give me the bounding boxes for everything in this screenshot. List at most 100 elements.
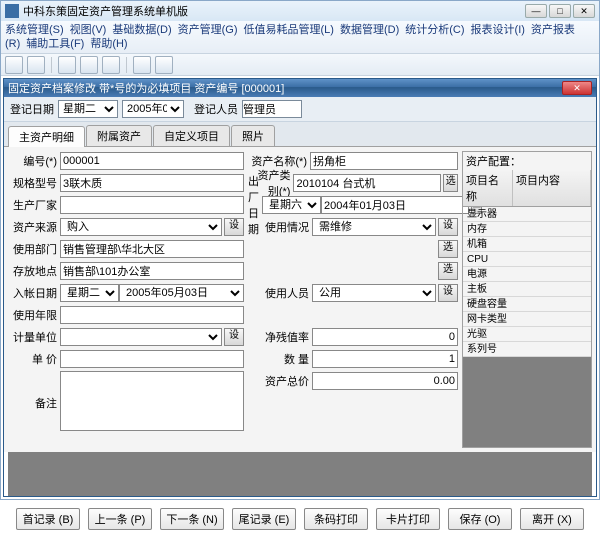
separator xyxy=(51,57,52,73)
spec-input[interactable] xyxy=(60,174,244,192)
toolbar-btn[interactable] xyxy=(102,56,120,74)
nav-button[interactable]: 离开 (X) xyxy=(520,508,584,530)
register-day-select[interactable]: 星期二 xyxy=(58,100,118,118)
inner-titlebar: 固定资产档案修改 带*号的为必填项目 资产编号 [000001] ✕ xyxy=(4,79,596,97)
tab[interactable]: 自定义项目 xyxy=(153,125,230,146)
close-button[interactable]: ✕ xyxy=(573,4,595,18)
register-date-label: 登记日期 xyxy=(10,101,54,117)
minimize-button[interactable]: — xyxy=(525,4,547,18)
label-indate: 入帐日期 xyxy=(8,285,60,301)
nav-button[interactable]: 尾记录 (E) xyxy=(232,508,296,530)
app-icon xyxy=(5,4,19,18)
register-year-select[interactable]: 2005年0 xyxy=(122,100,184,118)
qty-value: 1 xyxy=(312,350,458,368)
config-item[interactable]: 机箱 xyxy=(463,237,591,252)
label-residual: 净残值率 xyxy=(248,329,312,345)
toolbar-btn[interactable] xyxy=(5,56,23,74)
nav-button[interactable]: 上一条 (P) xyxy=(88,508,152,530)
set-button[interactable]: 设 xyxy=(438,218,458,236)
inner-title: 固定资产档案修改 带*号的为必填项目 资产编号 [000001] xyxy=(8,80,284,96)
status-select[interactable]: 需维修 xyxy=(312,218,436,236)
select-button[interactable]: 选 xyxy=(443,174,458,192)
toolbar-btn[interactable] xyxy=(27,56,45,74)
toolbar-btn[interactable] xyxy=(80,56,98,74)
outdate-day[interactable]: 星期六 xyxy=(262,196,321,214)
label-remark: 备注 xyxy=(8,371,60,431)
label-dept: 使用部门 xyxy=(8,241,60,257)
source-select[interactable]: 购入 xyxy=(60,218,222,236)
maker-input[interactable] xyxy=(60,196,244,214)
indate-day[interactable]: 星期二 xyxy=(60,284,119,302)
config-item[interactable]: 内存 xyxy=(463,222,591,237)
maximize-button[interactable]: □ xyxy=(549,4,571,18)
select-button[interactable]: 选 xyxy=(438,262,458,280)
outer-title: 中科东策固定资产管理系统单机版 xyxy=(23,3,188,19)
label-code: 编号(*) xyxy=(8,153,60,169)
label-status: 使用情况 xyxy=(248,219,312,235)
nav-button[interactable]: 下一条 (N) xyxy=(160,508,224,530)
nav-button[interactable]: 卡片打印 xyxy=(376,508,440,530)
toolbar-btn[interactable] xyxy=(155,56,173,74)
nav-button[interactable]: 条码打印 xyxy=(304,508,368,530)
label-price: 单 价 xyxy=(8,351,60,367)
config-item[interactable]: 显示器 xyxy=(463,207,591,222)
code-input[interactable] xyxy=(60,152,244,170)
cat-input[interactable] xyxy=(293,174,441,192)
tab[interactable]: 主资产明细 xyxy=(8,126,85,147)
user-select[interactable]: 公用 xyxy=(312,284,436,302)
config-item[interactable]: 光驱 xyxy=(463,327,591,342)
tabs: 主资产明细附属资产自定义项目照片 xyxy=(4,122,596,147)
menu-item[interactable]: 报表设计(I) xyxy=(471,24,525,36)
menu-item[interactable]: 数据管理(D) xyxy=(340,24,399,36)
tab[interactable]: 照片 xyxy=(231,125,275,146)
label-source: 资产来源 xyxy=(8,219,60,235)
total-value: 0.00 xyxy=(312,372,458,390)
outer-titlebar: 中科东策固定资产管理系统单机版 — □ ✕ xyxy=(1,1,599,21)
set-button[interactable]: 设 xyxy=(438,284,458,302)
label-years: 使用年限 xyxy=(8,307,60,323)
config-title: 资产配置： xyxy=(463,152,591,170)
indate-date[interactable]: 2005年05月03日 xyxy=(119,284,244,302)
menu-item[interactable]: 资产管理(G) xyxy=(178,24,238,36)
register-person-label: 登记人员 xyxy=(194,101,238,117)
select-button[interactable]: 选 xyxy=(438,240,458,258)
price-input[interactable] xyxy=(60,350,244,368)
menu-item[interactable]: 系统管理(S) xyxy=(5,24,64,36)
menu-item[interactable]: 低值易耗品管理(L) xyxy=(244,24,334,36)
loc-input[interactable] xyxy=(60,262,244,280)
menu-item[interactable]: 基础数据(D) xyxy=(112,24,171,36)
inner-close-button[interactable]: ✕ xyxy=(562,81,592,95)
menu-item[interactable]: 统计分析(C) xyxy=(405,24,464,36)
menu-item[interactable]: 视图(V) xyxy=(70,24,107,36)
nav-button[interactable]: 保存 (O) xyxy=(448,508,512,530)
outdate-date[interactable] xyxy=(321,196,469,214)
label-unit: 计量单位 xyxy=(8,329,60,345)
remark-textarea[interactable] xyxy=(60,371,244,431)
toolbar-btn[interactable] xyxy=(133,56,151,74)
config-panel: 资产配置： 项目名称项目内容 显示器内存机箱CPU电源主板硬盘容量网卡类型光驱系… xyxy=(462,151,592,448)
label-user: 使用人员 xyxy=(248,285,312,301)
label-loc: 存放地点 xyxy=(8,263,60,279)
toolbar-btn[interactable] xyxy=(58,56,76,74)
set-button[interactable]: 设 xyxy=(224,328,244,346)
label-maker: 生产厂家 xyxy=(8,197,60,213)
menu-item[interactable]: 辅助工具(F) xyxy=(26,38,84,50)
config-empty-area xyxy=(463,357,591,447)
name-input[interactable] xyxy=(310,152,458,170)
config-item[interactable]: CPU xyxy=(463,252,591,267)
config-item[interactable]: 系列号 xyxy=(463,342,591,357)
config-item[interactable]: 网卡类型 xyxy=(463,312,591,327)
unit-select[interactable] xyxy=(60,328,222,346)
dept-input[interactable] xyxy=(60,240,244,258)
menu-item[interactable]: 帮助(H) xyxy=(90,38,127,50)
config-item[interactable]: 电源 xyxy=(463,267,591,282)
nav-button[interactable]: 首记录 (B) xyxy=(16,508,80,530)
years-input[interactable] xyxy=(60,306,244,324)
config-item[interactable]: 主板 xyxy=(463,282,591,297)
set-button[interactable]: 设 xyxy=(224,218,244,236)
tab[interactable]: 附属资产 xyxy=(86,125,152,146)
register-row: 登记日期 星期二 2005年0 登记人员 xyxy=(4,97,596,122)
config-item[interactable]: 硬盘容量 xyxy=(463,297,591,312)
cfg-header-content: 项目内容 xyxy=(513,170,591,206)
register-person-input[interactable] xyxy=(242,100,302,118)
